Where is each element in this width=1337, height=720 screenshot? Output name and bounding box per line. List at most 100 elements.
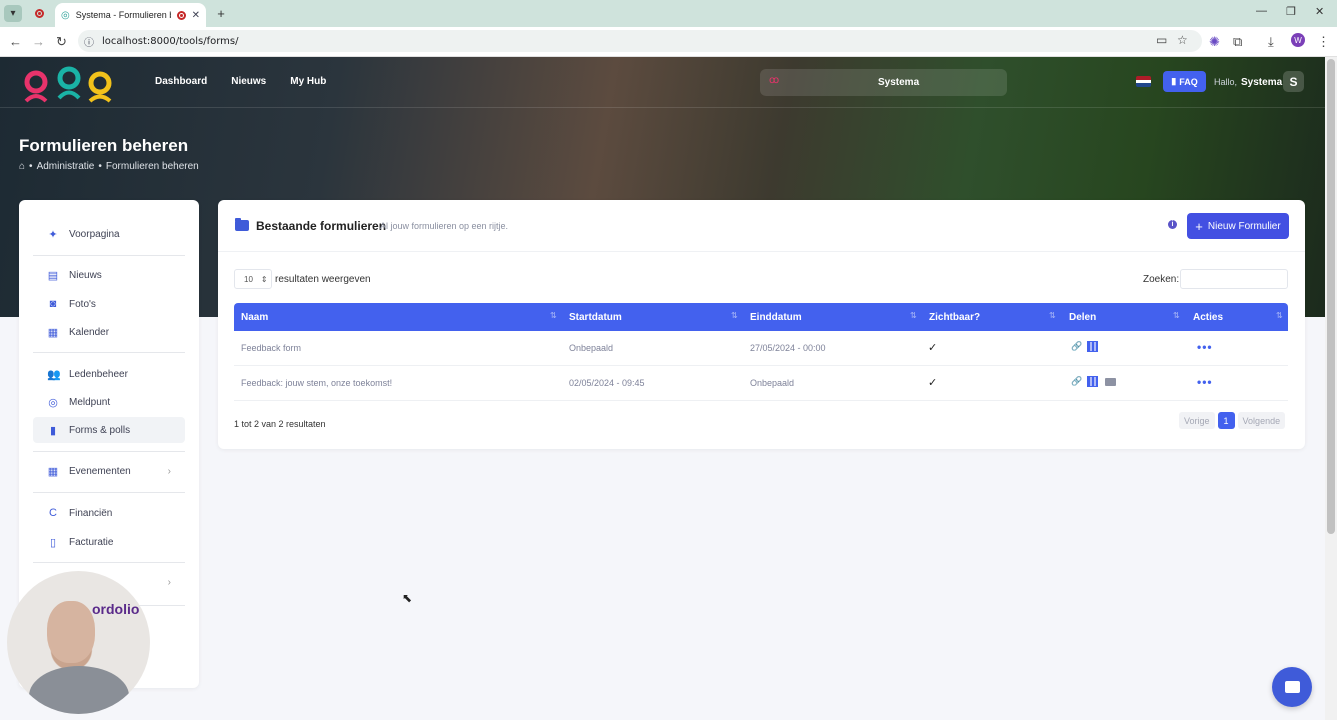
recording-icon[interactable] [30,5,48,22]
column-delen[interactable]: Delen [1069,312,1096,323]
sidebar-item-label: Financiën [69,507,113,519]
nav-nieuws[interactable]: Nieuws [231,76,266,87]
new-form-button[interactable]: + Nieuw Formulier [1187,213,1289,239]
book-icon: ▮ [1171,76,1177,86]
page-length-select[interactable]: 10 ⇕ [234,269,272,289]
tab-close-icon[interactable]: ✕ [192,10,200,21]
browser-tab[interactable]: ◎ Systema - Formulieren beheren ✕ [55,3,206,27]
faq-label: FAQ [1179,76,1198,87]
download-icon[interactable]: ⤓ [1268,34,1274,50]
column-startdatum[interactable]: Startdatum [569,312,622,323]
tab-search-icon[interactable]: ▾ [4,5,22,22]
nav-my-hub[interactable]: My Hub [290,76,326,87]
link-icon[interactable]: 🔗 [1071,341,1082,352]
card-title: Bestaande formulieren [256,219,387,233]
table-row[interactable]: Feedback: jouw stem, onze toekomst! 02/0… [234,366,1288,401]
sort-icon[interactable]: ⇅ [550,311,557,320]
window-close-icon[interactable]: ✕ [1315,5,1324,18]
sidebar-item-label: Nieuws [69,269,102,281]
pagination: Vorige 1 Volgende [1179,412,1286,429]
more-actions-icon[interactable]: ••• [1197,375,1213,389]
nav-dashboard[interactable]: Dashboard [155,76,207,87]
forward-icon[interactable]: → [32,34,45,49]
sidebar-divider [33,352,185,353]
forms-card: Bestaande formulieren Al jouw formuliere… [218,200,1305,449]
chat-button[interactable] [1272,667,1312,707]
previous-page-button[interactable]: Vorige [1179,412,1215,429]
column-zichtbaar[interactable]: Zichtbaar? [929,312,980,323]
scrollbar-thumb[interactable] [1327,59,1335,534]
page-scrollbar[interactable] [1325,57,1337,720]
chevron-right-icon[interactable]: › [168,577,171,588]
sidebar-item-label: Evenementen [69,465,131,477]
search-input[interactable] [1180,269,1288,289]
cell-einddatum: Onbepaald [750,378,795,388]
cell-naam[interactable]: Feedback form [241,343,301,353]
sidebar-item-forms-polls[interactable]: ▮ Forms & polls [33,417,185,443]
sort-icon[interactable]: ⇅ [731,311,738,320]
sidebar-item-fotos[interactable]: ◙ Foto's [33,291,185,317]
bell-icon: ◎ [48,396,58,409]
info-icon[interactable]: i [1168,220,1177,229]
minimize-icon[interactable]: — [1256,5,1267,17]
puzzle-icon[interactable]: ⧉ [1233,34,1242,50]
reload-icon[interactable]: ↻ [56,34,67,50]
logo[interactable] [22,65,118,103]
sidebar-divider [33,451,185,452]
cell-naam[interactable]: Feedback: jouw stem, onze toekomst! [241,378,392,388]
sidebar-item-ledenbeheer[interactable]: 👥 Ledenbeheer [33,361,185,387]
org-name: Systema [878,77,920,88]
sidebar-item-meldpunt[interactable]: ◎ Meldpunt [33,389,185,415]
site-info-icon[interactable]: ⓘ [84,34,94,49]
sidebar-divider [33,492,185,493]
sidebar-item-label: Voorpagina [69,228,120,240]
users-icon: 👥 [47,368,61,381]
home-icon[interactable]: ⌂ [19,161,25,172]
menu-icon[interactable]: ⋮ [1317,34,1330,50]
sidebar-item-facturatie[interactable]: ▯ Facturatie [33,529,185,555]
next-page-button[interactable]: Volgende [1237,412,1286,429]
user-greeting[interactable]: Hallo, Systema [1214,77,1282,88]
column-acties[interactable]: Acties [1193,312,1223,323]
sort-icon[interactable]: ⇅ [1173,311,1180,320]
breadcrumb-administratie[interactable]: Administratie [37,161,95,172]
presenter-head [47,601,95,663]
organization-switcher[interactable]: ꝏ Systema [760,69,1007,96]
qr-code-icon[interactable] [1087,376,1098,387]
user-avatar[interactable]: S [1283,71,1304,92]
mouse-cursor-icon: ⬉ [402,591,413,605]
new-tab-icon[interactable]: + [212,5,230,22]
sidebar-divider [33,255,185,256]
sort-icon[interactable]: ⇅ [1049,311,1056,320]
newspaper-icon: ▤ [47,269,59,282]
table-row[interactable]: Feedback form Onbepaald 27/05/2024 - 00:… [234,331,1288,366]
language-flag-icon[interactable] [1136,76,1151,87]
sort-icon[interactable]: ⇅ [910,311,917,320]
extension-icon[interactable]: ✺ [1209,34,1220,50]
mail-icon[interactable] [1105,378,1116,386]
page-length-value: 10 [244,274,253,284]
sidebar-item-evenementen[interactable]: ▦ Evenementen › [33,458,185,484]
sidebar-item-financien[interactable]: C Financiën [33,500,185,526]
sidebar-item-label: Forms & polls [69,424,131,436]
faq-button[interactable]: ▮ FAQ [1163,71,1206,92]
sort-icon[interactable]: ⇅ [1276,311,1283,320]
omnibox[interactable]: ⓘ localhost:8000/tools/forms/ ▭ ☆ [78,30,1202,52]
url-text[interactable]: localhost:8000/tools/forms/ [102,36,238,47]
sidebar-item-kalender[interactable]: ▦ Kalender [33,319,185,345]
sidebar-item-nieuws[interactable]: ▤ Nieuws [33,262,185,288]
search-label: Zoeken: [1143,274,1180,285]
cast-icon[interactable]: ▭ [1156,33,1167,47]
page-1-button[interactable]: 1 [1217,412,1235,429]
back-icon[interactable]: ← [9,34,22,49]
more-actions-icon[interactable]: ••• [1197,340,1213,354]
column-naam[interactable]: Naam [241,312,268,323]
profile-avatar[interactable]: W [1291,33,1305,47]
qr-code-icon[interactable] [1087,341,1098,352]
org-logo-icon: ꝏ [769,75,780,86]
restore-icon[interactable]: ❐ [1286,5,1296,18]
link-icon[interactable]: 🔗 [1071,376,1082,387]
column-einddatum[interactable]: Einddatum [750,312,802,323]
sidebar-item-voorpagina[interactable]: ✦ Voorpagina [33,221,185,247]
bookmark-star-icon[interactable]: ☆ [1177,33,1188,47]
